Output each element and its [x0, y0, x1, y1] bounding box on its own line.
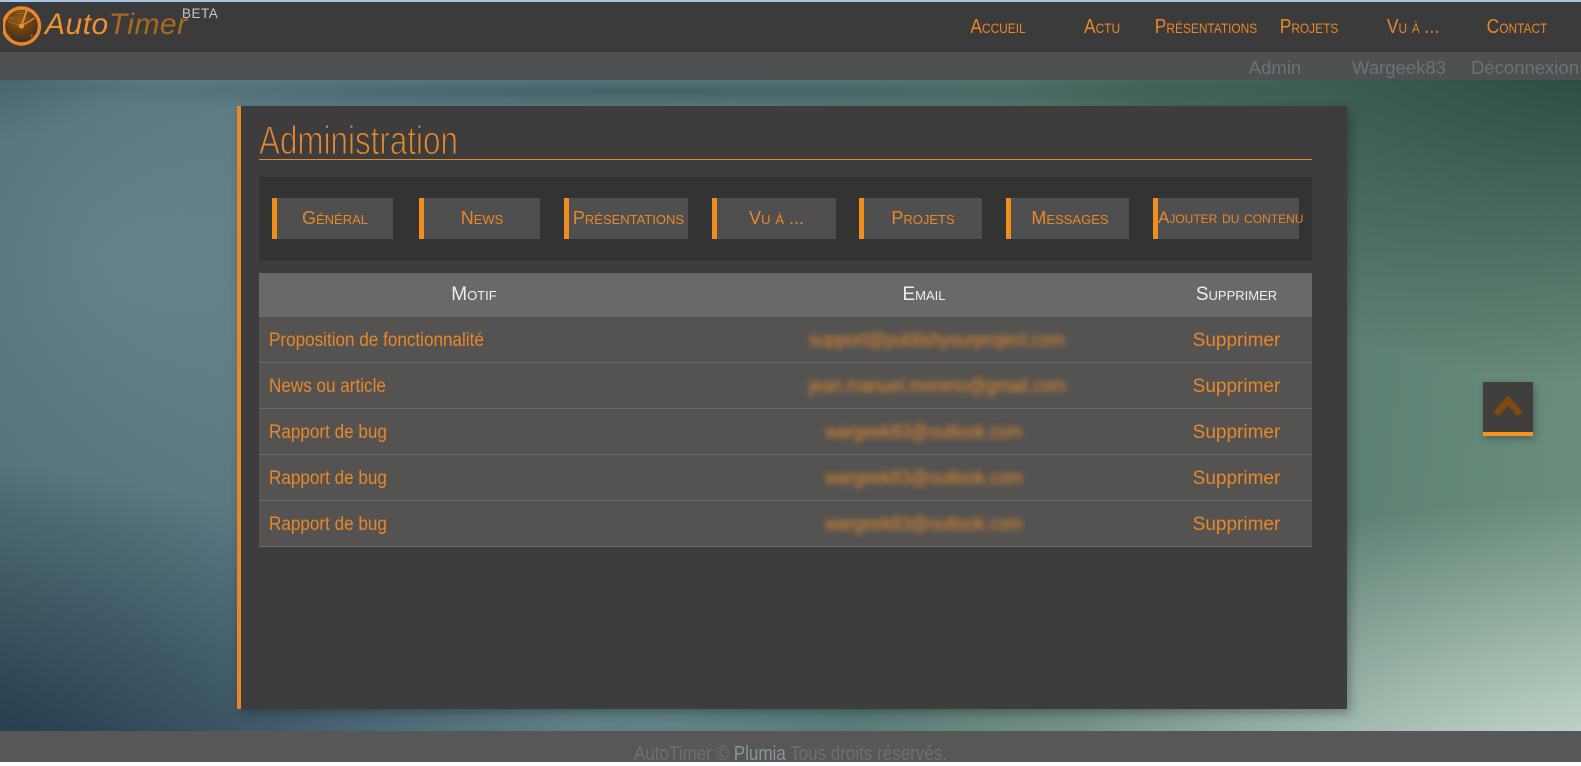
svg-text:170: 170	[17, 10, 25, 15]
svg-text:80: 80	[6, 34, 12, 39]
svg-text:40: 40	[30, 34, 36, 39]
svg-text:100: 100	[6, 16, 14, 21]
